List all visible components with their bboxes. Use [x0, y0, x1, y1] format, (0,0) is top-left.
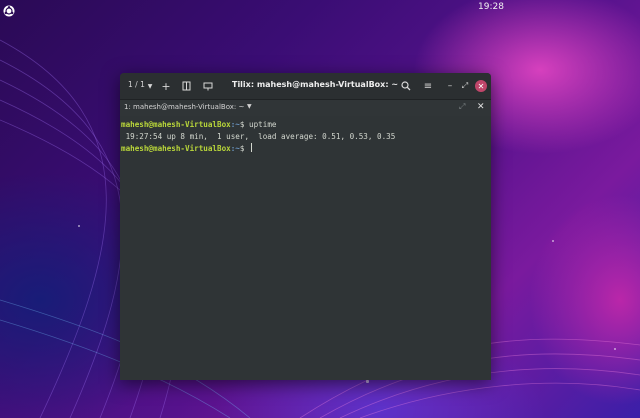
header-bar: 1 / 1 ▼ + Tilix: mahesh@mahesh-VirtualBo… [120, 73, 491, 100]
desktop: 19:28 1 / 1 ▼ + Tilix: mahesh@mahesh-Vir… [0, 0, 640, 418]
window-title: Tilix: mahesh@mahesh-VirtualBox: ~ [231, 80, 399, 89]
search-icon[interactable] [400, 80, 412, 92]
command-text [244, 144, 249, 153]
chevron-down-icon[interactable]: ▼ [247, 103, 252, 110]
minimize-icon[interactable]: – [444, 80, 456, 92]
wallpaper-sparkle [552, 240, 554, 242]
prompt-path: :~ [230, 120, 240, 129]
chevron-down-icon[interactable]: ▼ [144, 80, 156, 92]
wallpaper-sparkle [78, 225, 80, 227]
close-icon[interactable]: ✕ [475, 80, 487, 92]
wallpaper-sparkle [614, 348, 616, 350]
ubuntu-logo-icon[interactable] [3, 2, 15, 17]
plus-icon[interactable]: + [160, 80, 172, 93]
session-counter[interactable]: 1 / 1 [128, 80, 145, 89]
maximize-icon[interactable]: ⤢ [459, 80, 471, 92]
split-terminal-icon[interactable] [180, 80, 192, 92]
terminal-output[interactable]: mahesh@mahesh-VirtualBox:~$ uptime 19:27… [120, 116, 491, 380]
maximize-terminal-icon[interactable]: ⤢ [459, 102, 465, 112]
command-text: uptime [244, 120, 277, 129]
tilix-window: 1 / 1 ▼ + Tilix: mahesh@mahesh-VirtualBo… [120, 73, 491, 380]
clock[interactable]: 19:28 [470, 2, 512, 12]
hamburger-menu-icon[interactable]: ≡ [422, 80, 434, 92]
prompt-user: mahesh@mahesh-VirtualBox [121, 120, 231, 129]
terminal-line: mahesh@mahesh-VirtualBox:~$ [121, 142, 253, 155]
add-terminal-icon[interactable] [202, 80, 214, 92]
terminal-tab-bar: 1: mahesh@mahesh-VirtualBox: ~ ▼ ⤢ ✕ [120, 100, 491, 116]
terminal-tab-title[interactable]: 1: mahesh@mahesh-VirtualBox: ~ [124, 103, 244, 111]
prompt-path: :~ [230, 144, 240, 153]
wallpaper-sparkle [366, 380, 369, 383]
close-icon[interactable]: ✕ [477, 102, 485, 112]
prompt-user: mahesh@mahesh-VirtualBox [121, 144, 231, 153]
top-bar: 19:28 [0, 0, 640, 17]
text-cursor [251, 143, 253, 152]
